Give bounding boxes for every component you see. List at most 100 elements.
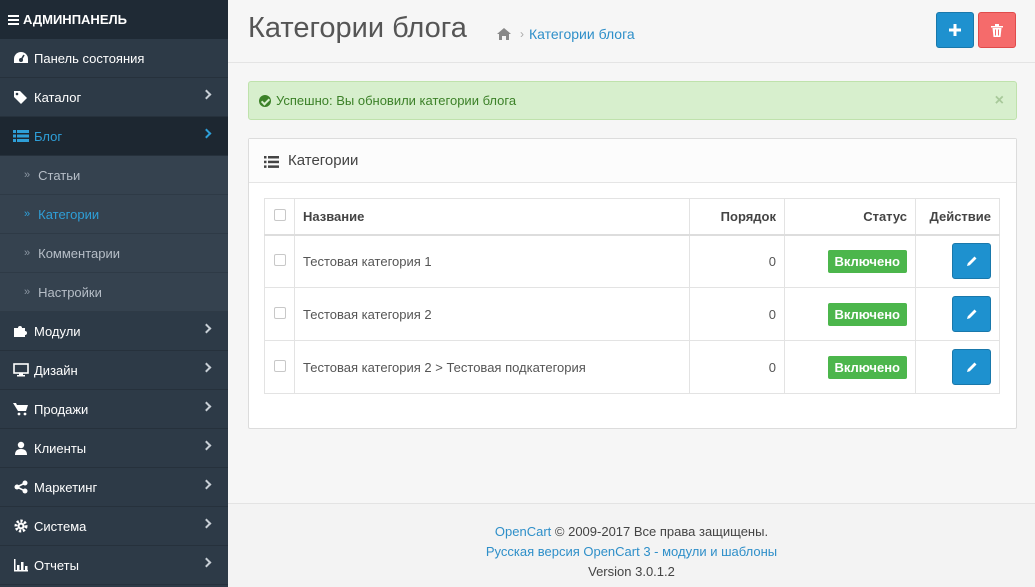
dashboard-icon: [12, 51, 30, 65]
opencart-link[interactable]: OpenCart: [495, 524, 551, 539]
menu-icon[interactable]: [8, 13, 19, 27]
close-icon[interactable]: ×: [995, 92, 1004, 110]
home-icon[interactable]: [496, 27, 512, 41]
check-circle-icon: [259, 94, 271, 107]
page-title: Категории блога: [248, 12, 467, 44]
sidebar-subitem-label: Настройки: [38, 284, 102, 300]
panel-heading: Категории: [249, 139, 1016, 183]
breadcrumb: › Категории блога: [496, 26, 635, 42]
column-header-action: Действие: [915, 198, 1000, 236]
status-badge: Включено: [827, 302, 907, 326]
row-checkbox[interactable]: [273, 359, 286, 372]
sidebar-subitem-settings[interactable]: » Настройки: [0, 273, 228, 312]
sidebar-item-dashboard[interactable]: Панель состояния: [0, 39, 228, 78]
row-check-cell: [264, 234, 295, 288]
sidebar-item-label: Дизайн: [34, 362, 78, 378]
panel-title: Категории: [288, 152, 359, 169]
column-header-order[interactable]: Порядок: [689, 198, 785, 236]
edit-button[interactable]: [952, 296, 991, 332]
puzzle-icon: [12, 324, 30, 338]
sidebar-item-customers[interactable]: Клиенты: [0, 429, 228, 468]
edit-button[interactable]: [952, 243, 991, 280]
status-cell: Включено: [784, 287, 916, 341]
action-cell: [915, 340, 1000, 394]
chevron-right-icon: [201, 440, 212, 451]
row-check-cell: [264, 287, 295, 341]
sidebar-subitem-comments[interactable]: » Комментарии: [0, 234, 228, 273]
sidebar-item-blog[interactable]: Блог: [0, 117, 228, 156]
sidebar-item-label: Отчеты: [34, 557, 79, 573]
header-divider: [228, 62, 1035, 63]
sidebar-item-sales[interactable]: Продажи: [0, 390, 228, 429]
success-alert: Успешно: Вы обновили категории блога ×: [248, 81, 1017, 120]
chevron-right-icon: [201, 557, 212, 568]
category-order: 0: [689, 287, 785, 341]
sidebar-header[interactable]: АДМИНПАНЕЛЬ: [0, 0, 228, 39]
chevron-right-icon: [201, 323, 212, 334]
share-icon: [12, 480, 30, 494]
bar-chart-icon: [12, 558, 30, 572]
category-order: 0: [689, 234, 785, 288]
sidebar-subitem-articles[interactable]: » Статьи: [0, 156, 228, 195]
column-header-name[interactable]: Название: [294, 198, 690, 236]
double-chevron-icon: »: [24, 208, 31, 220]
action-cell: [915, 287, 1000, 341]
sidebar-item-design[interactable]: Дизайн: [0, 351, 228, 390]
chevron-right-icon: [201, 89, 212, 100]
category-name: Тестовая категория 2 > Тестовая подкатег…: [294, 340, 690, 394]
sidebar-subitem-label: Комментарии: [38, 245, 121, 261]
sidebar-item-modules[interactable]: Модули: [0, 312, 228, 351]
row-checkbox[interactable]: [273, 253, 286, 266]
double-chevron-icon: »: [24, 286, 31, 298]
add-button[interactable]: [936, 12, 974, 48]
row-checkbox[interactable]: [273, 306, 286, 319]
footer-copyright-line: OpenCart © 2009-2017 Все права защищены.: [228, 522, 1035, 542]
sidebar-header-label: АДМИНПАНЕЛЬ: [23, 12, 127, 27]
main-content: Категории блога › Категории блога Успешн…: [228, 0, 1035, 587]
sidebar-item-reports[interactable]: Отчеты: [0, 546, 228, 585]
double-chevron-icon: »: [24, 169, 31, 181]
action-cell: [915, 234, 1000, 288]
category-name: Тестовая категория 2: [294, 287, 690, 341]
sidebar-subitem-label: Статьи: [38, 167, 81, 183]
chevron-right-icon: [201, 362, 212, 373]
categories-panel: Категории Название Порядок Статус Действ…: [248, 138, 1017, 429]
sidebar-subitem-categories[interactable]: » Категории: [0, 195, 228, 234]
pencil-icon: [966, 362, 976, 372]
sidebar-item-label: Система: [34, 518, 87, 534]
plus-icon: [949, 24, 961, 36]
breadcrumb-separator: ›: [520, 27, 524, 41]
tags-icon: [12, 90, 30, 104]
double-chevron-icon: »: [24, 247, 31, 259]
breadcrumb-link[interactable]: Категории блога: [529, 26, 635, 42]
pencil-icon: [966, 309, 976, 319]
alert-text: Успешно: Вы обновили категории блога: [276, 93, 517, 108]
chevron-right-icon: [201, 518, 212, 529]
chevron-right-icon: [201, 401, 212, 412]
sidebar-item-marketing[interactable]: Маркетинг: [0, 468, 228, 507]
sidebar-item-catalog[interactable]: Каталог: [0, 78, 228, 117]
table-header-row: Название Порядок Статус Действие: [264, 198, 1000, 236]
footer-version: Version 3.0.1.2: [588, 564, 675, 579]
sidebar: АДМИНПАНЕЛЬ Панель состояния Каталог Бло…: [0, 0, 228, 587]
sidebar-item-system[interactable]: Система: [0, 507, 228, 546]
delete-button[interactable]: [978, 12, 1016, 48]
page-header: Категории блога › Категории блога: [228, 0, 1035, 62]
select-all-checkbox[interactable]: [273, 208, 286, 221]
list-icon: [264, 155, 279, 168]
sidebar-item-label: Панель состояния: [34, 50, 145, 66]
sidebar-item-label: Модули: [34, 323, 81, 339]
sidebar-item-label: Продажи: [34, 401, 89, 417]
status-badge: Включено: [827, 249, 907, 273]
pencil-icon: [966, 256, 976, 267]
gear-icon: [12, 519, 30, 533]
sidebar-item-label: Каталог: [34, 89, 82, 105]
russian-version-link[interactable]: Русская версия OpenCart 3 - модули и шаб…: [486, 544, 777, 559]
status-cell: Включено: [784, 340, 916, 394]
edit-button[interactable]: [952, 349, 991, 385]
status-cell: Включено: [784, 234, 916, 288]
category-name: Тестовая категория 1: [294, 234, 690, 288]
chevron-right-icon: [201, 479, 212, 490]
status-badge: Включено: [827, 355, 907, 379]
table-row: Тестовая категория 2 > Тестовая подкатег…: [264, 340, 1000, 394]
